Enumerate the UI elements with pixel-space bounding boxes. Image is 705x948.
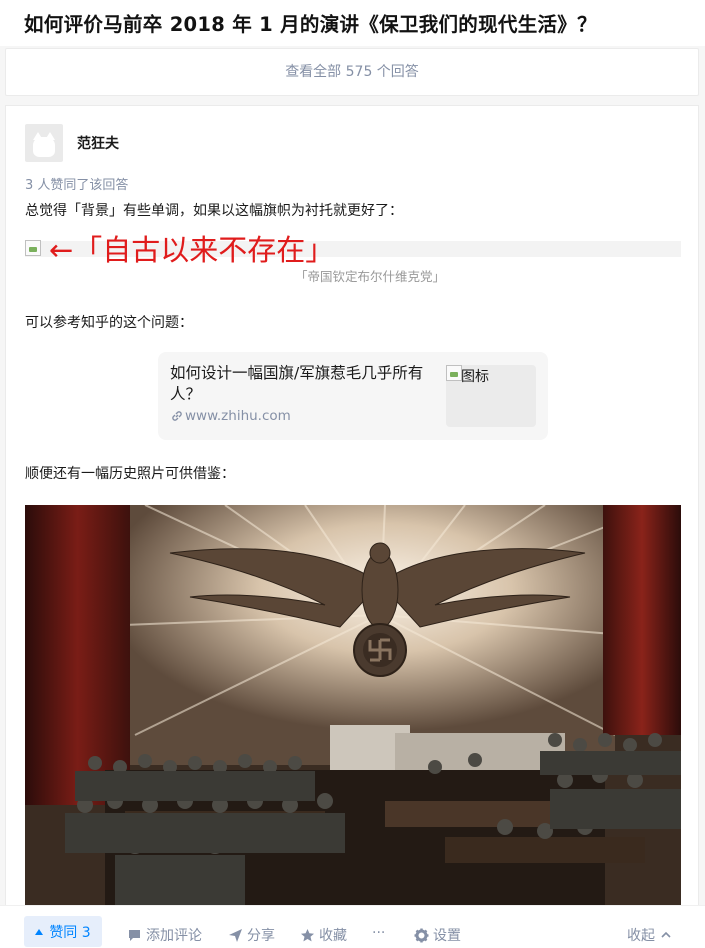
question-title[interactable]: 如何评价马前卒 2018 年 1 月的演讲《保卫我们的现代生活》？ xyxy=(24,8,705,37)
more-button[interactable]: ··· xyxy=(372,925,385,941)
add-comment-button[interactable]: 添加评论 xyxy=(127,925,202,945)
share-button[interactable]: 分享 xyxy=(228,925,275,945)
share-icon xyxy=(229,928,242,942)
upvote-arrow-icon xyxy=(35,928,44,935)
avatar[interactable] xyxy=(25,124,63,162)
flag-image-row: ←「自古以来不存在」 xyxy=(25,230,681,270)
image-caption: 「帝国钦定布尔什维克党」 xyxy=(6,266,698,285)
link-card-title[interactable]: 如何设计一幅国旗/军旗惹毛几乎所有人？ xyxy=(170,363,438,405)
link-icon xyxy=(172,411,182,421)
answer-card: 范狂夫 3 人赞同了该回答 总觉得「背景」有些单调，如果以这幅旗帜为衬托就更好了… xyxy=(5,105,699,948)
answer-paragraph: 顺便还有一幅历史照片可供借鉴： xyxy=(25,466,235,482)
chevron-up-icon xyxy=(661,931,671,938)
author-info: 范狂夫 xyxy=(25,123,119,163)
link-card-domain: www.zhihu.com xyxy=(170,408,291,424)
more-icon: ··· xyxy=(372,925,386,941)
answer-paragraph: 可以参考知乎的这个问题： xyxy=(25,315,193,331)
answer-action-bar: 赞同 3 添加评论 分享 收藏 ··· 设置 收起 xyxy=(0,905,705,948)
upvote-label: 赞同 3 xyxy=(49,924,91,941)
red-annotation: ←「自古以来不存在」 xyxy=(49,233,335,267)
share-label: 分享 xyxy=(247,928,275,944)
vote-count-text: 3 人赞同了该回答 xyxy=(25,178,129,193)
broken-image-icon xyxy=(446,365,462,381)
star-icon xyxy=(301,928,314,941)
broken-image-icon xyxy=(25,240,41,256)
link-card-domain-text: www.zhihu.com xyxy=(185,408,291,424)
author-name[interactable]: 范狂夫 xyxy=(77,133,119,153)
gear-icon xyxy=(414,928,429,942)
collapse-button[interactable]: 收起 xyxy=(627,925,673,945)
add-comment-label: 添加评论 xyxy=(146,928,202,944)
historical-photo-drawing xyxy=(25,505,681,911)
collapse-label: 收起 xyxy=(627,928,655,944)
settings-label: 设置 xyxy=(433,928,461,944)
comment-icon xyxy=(129,929,140,941)
favorite-button[interactable]: 收藏 xyxy=(300,925,347,945)
link-card-thumbnail: 图标 xyxy=(446,365,536,427)
link-card[interactable]: 如何设计一幅国旗/军旗惹毛几乎所有人？ www.zhihu.com 图标 xyxy=(158,352,548,440)
historical-photo[interactable] xyxy=(25,505,681,911)
answer-paragraph: 总觉得「背景」有些单调，如果以这幅旗帜为衬托就更好了： xyxy=(25,203,403,219)
question-header: 如何评价马前卒 2018 年 1 月的演讲《保卫我们的现代生活》？ xyxy=(0,0,705,46)
image-caption-text: 「帝国钦定布尔什维克党」 xyxy=(294,269,445,284)
upvote-button[interactable]: 赞同 3 xyxy=(24,916,102,947)
favorite-label: 收藏 xyxy=(319,928,347,944)
thumbnail-alt-text: 图标 xyxy=(461,369,489,385)
settings-button[interactable]: 设置 xyxy=(414,925,461,945)
view-all-answers-button[interactable]: 查看全部 575 个回答 xyxy=(5,48,699,96)
